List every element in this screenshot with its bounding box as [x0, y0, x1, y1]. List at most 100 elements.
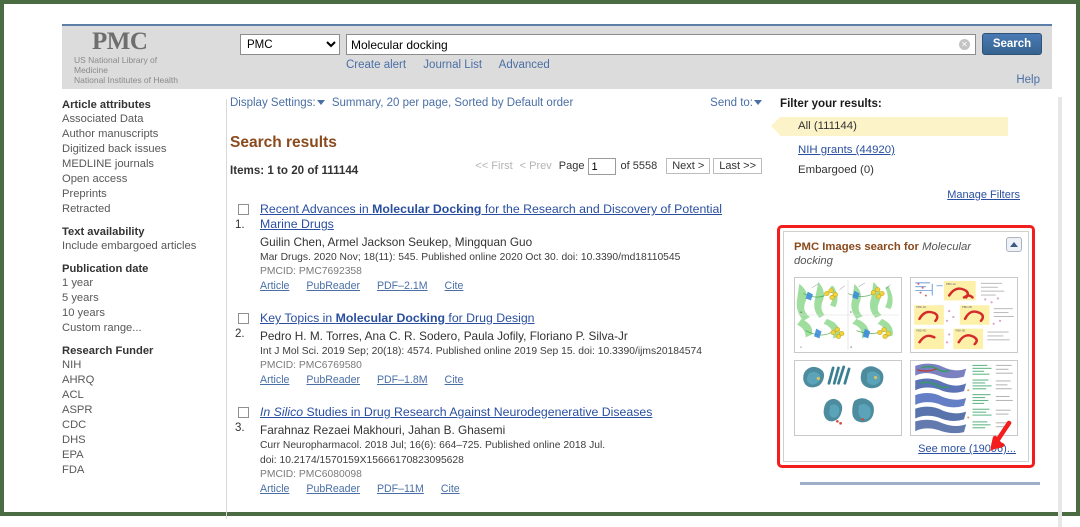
filter-link-nih-grants[interactable]: NIH grants (44920) — [798, 144, 895, 156]
filter-digitized-back-issues[interactable]: Digitized back issues — [62, 142, 226, 157]
filter-funder-ahrq[interactable]: AHRQ — [62, 373, 226, 388]
collapse-up-icon[interactable] — [1006, 237, 1022, 252]
filter-associated-data[interactable]: Associated Data — [62, 112, 226, 127]
filter-group-heading: Article attributes — [62, 99, 226, 111]
result-checkbox[interactable] — [238, 204, 249, 215]
filter-funder-nih[interactable]: NIH — [62, 358, 226, 373]
result-link-article[interactable]: Article — [260, 280, 289, 292]
title-part-highlight: Molecular Docking — [336, 311, 445, 325]
result-item: 3. In Silico Studies in Drug Research Ag… — [230, 405, 762, 495]
filter-funder-epa[interactable]: EPA — [62, 448, 226, 463]
result-link-article[interactable]: Article — [260, 374, 289, 386]
database-select[interactable]: PMC — [240, 34, 340, 55]
filter-group-text-availability: Text availability Include embargoed arti… — [62, 226, 226, 254]
filter-group-article-attributes: Article attributes Associated Data Autho… — [62, 99, 226, 217]
result-title-link[interactable]: In Silico Studies in Drug Research Again… — [260, 405, 762, 420]
thumbnail-protein-structures[interactable] — [794, 360, 902, 436]
svg-text:PBD-3C: PBD-3C — [916, 305, 926, 309]
result-link-pubreader[interactable]: PubReader — [306, 483, 360, 495]
total-pages-label: of 5558 — [620, 160, 657, 172]
results-column: Display Settings: Summary, 20 per page, … — [230, 89, 762, 495]
filter-retracted[interactable]: Retracted — [62, 202, 226, 217]
result-authors: Farahnaz Rezaei Makhouri, Jahan B. Ghase… — [260, 423, 762, 437]
journal-list-link[interactable]: Journal List — [423, 59, 482, 71]
send-to-label: Send to: — [710, 97, 753, 109]
svg-text:a: a — [800, 310, 802, 314]
pmc-logo-block[interactable]: PMC US National Library of Medicine Nati… — [74, 29, 224, 85]
result-link-pubreader[interactable]: PubReader — [306, 374, 360, 386]
page-title: Search results — [230, 134, 762, 152]
svg-text:PBD-1A: PBD-1A — [946, 282, 956, 286]
filter-group-heading: Publication date — [62, 263, 226, 275]
result-citation-doi: doi: 10.2174/1570159X15666170823095628 — [260, 454, 762, 467]
filter-open-access[interactable]: Open access — [62, 172, 226, 187]
page-scrollbar[interactable] — [1058, 97, 1062, 527]
filter-funder-acl[interactable]: ACL — [62, 388, 226, 403]
see-more-images-link[interactable]: See more (19096)... — [918, 443, 1016, 455]
result-link-cite[interactable]: Cite — [441, 483, 460, 495]
filter-1-year[interactable]: 1 year — [62, 276, 226, 291]
result-checkbox[interactable] — [238, 313, 249, 324]
create-alert-link[interactable]: Create alert — [346, 59, 406, 71]
result-title-link[interactable]: Recent Advances in Molecular Docking for… — [260, 202, 762, 232]
next-page-button[interactable]: Next > — [666, 158, 710, 174]
result-title-link[interactable]: Key Topics in Molecular Docking for Drug… — [260, 311, 762, 326]
site-header: PMC US National Library of Medicine Nati… — [62, 24, 1052, 89]
filter-custom-range[interactable]: Custom range... — [62, 321, 226, 336]
result-citation: Curr Neuropharmacol. 2018 Jul; 16(6): 66… — [260, 439, 762, 452]
clear-search-icon[interactable]: ✕ — [959, 39, 970, 50]
pagination: << First< PrevPageof 5558Next >Last >> — [475, 158, 762, 175]
result-link-cite[interactable]: Cite — [445, 280, 464, 292]
thumbnail-protein-binding-sites[interactable]: ab cd — [794, 277, 902, 353]
logo-sub-line-3: National Institutes of Health — [74, 75, 224, 85]
display-settings-button[interactable]: Display Settings: — [230, 97, 316, 109]
pmc-images-panel: PMC Images search for Molecular docking — [783, 231, 1029, 462]
browser-page: PMC US National Library of Medicine Nati… — [0, 0, 1080, 516]
result-checkbox[interactable] — [238, 407, 249, 418]
advanced-search-link[interactable]: Advanced — [499, 59, 550, 71]
filter-include-embargoed[interactable]: Include embargoed articles — [62, 239, 226, 254]
result-links: Article PubReader PDF–1.8M Cite — [260, 374, 762, 386]
search-input[interactable] — [347, 35, 975, 54]
result-number: 1. — [235, 219, 245, 231]
result-pmcid: PMCID: PMC7692358 — [260, 266, 762, 277]
search-button[interactable]: Search — [982, 33, 1042, 55]
result-link-pdf[interactable]: PDF–1.8M — [377, 374, 428, 386]
filter-funder-dhs[interactable]: DHS — [62, 433, 226, 448]
thumbnail-sequence-alignment[interactable] — [910, 360, 1018, 436]
filter-preprints[interactable]: Preprints — [62, 187, 226, 202]
filter-group-heading: Research Funder — [62, 345, 226, 357]
page-number-input[interactable] — [588, 158, 616, 175]
filter-row-nih-grants: NIH grants (44920) — [780, 144, 1052, 156]
result-link-pdf[interactable]: PDF–2.1M — [377, 280, 428, 292]
pmc-logo-subtitle: US National Library of Medicine National… — [74, 55, 224, 85]
filter-funder-cdc[interactable]: CDC — [62, 418, 226, 433]
filter-funder-fda[interactable]: FDA — [62, 463, 226, 478]
last-page-button[interactable]: Last >> — [713, 158, 762, 174]
chevron-down-icon[interactable] — [317, 100, 325, 105]
help-link[interactable]: Help — [1016, 74, 1040, 86]
svg-text:PBD-2B: PBD-2B — [962, 305, 972, 309]
filter-10-years[interactable]: 10 years — [62, 306, 226, 321]
result-link-article[interactable]: Article — [260, 483, 289, 495]
filter-5-years[interactable]: 5 years — [62, 291, 226, 306]
svg-text:d: d — [850, 345, 852, 349]
result-link-pubreader[interactable]: PubReader — [306, 280, 360, 292]
images-title-prefix: PMC Images search for — [794, 241, 922, 253]
send-to-button[interactable]: Send to: — [710, 97, 762, 109]
logo-sub-line-1: US National Library of — [74, 55, 224, 65]
pmc-logo-text: PMC — [92, 29, 224, 54]
result-link-pdf[interactable]: PDF–11M — [377, 483, 424, 495]
filter-author-manuscripts[interactable]: Author manuscripts — [62, 127, 226, 142]
filter-medline-journals[interactable]: MEDLINE journals — [62, 157, 226, 172]
manage-filters-link[interactable]: Manage Filters — [947, 189, 1020, 201]
result-link-cite[interactable]: Cite — [445, 374, 464, 386]
filter-funder-aspr[interactable]: ASPR — [62, 403, 226, 418]
result-citation: Mar Drugs. 2020 Nov; 18(11): 545. Publis… — [260, 251, 762, 264]
thumbnail-pathway-diagrams[interactable]: PBD-1APBD-2B PBD-3CPBD-4D PBD-5E — [910, 277, 1018, 353]
filter-group-heading: Text availability — [62, 226, 226, 238]
title-part-pre: Key Topics in — [260, 311, 336, 325]
search-field-wrapper: ✕ — [346, 34, 976, 55]
filter-chip-all[interactable]: All (111144) — [780, 117, 1008, 136]
title-part-post: for Drug Design — [445, 311, 535, 325]
